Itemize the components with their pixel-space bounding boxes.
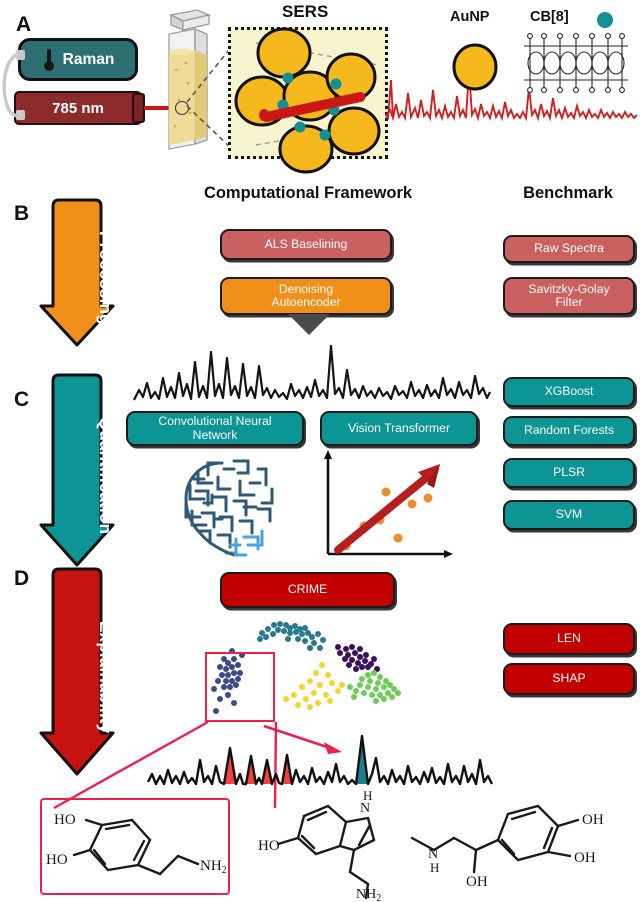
box-random-forests-label: Random Forests	[523, 423, 615, 438]
box-plsr: PLSR	[503, 458, 635, 488]
panel-letter-b: B	[14, 202, 30, 225]
serotonin-structure: N H HO NH2	[258, 788, 381, 902]
adrenaline-hydroxyl-label: OH	[466, 874, 488, 890]
dopamine-ho-bottom-label: HO	[46, 852, 68, 868]
box-savitzky-golay-label: Savitzky-Golay Filter	[528, 281, 610, 309]
raman-label: Raman	[62, 50, 115, 68]
box-savitzky-golay: Savitzky-Golay Filter	[503, 277, 635, 315]
thermometer-icon	[43, 48, 54, 71]
benchmark-column-heading: Benchmark	[523, 184, 613, 202]
box-len: LEN	[503, 623, 635, 655]
dopamine-amine-label: NH2	[200, 858, 227, 876]
serotonin-amine-label: NH2	[356, 887, 381, 902]
regression-arrow-plot-icon	[324, 450, 453, 558]
quantification-arrow: Quantification	[39, 373, 115, 568]
box-xgboost: XGBoost	[503, 377, 635, 407]
box-raw-spectra-label: Raw Spectra	[534, 241, 604, 256]
processing-arrow: Processing	[39, 198, 115, 348]
dopamine-ho-top-label: HO	[54, 812, 76, 828]
box-shap-label: SHAP	[552, 671, 586, 686]
circuit-brain-icon	[184, 459, 274, 557]
serotonin-ho-label: HO	[258, 838, 280, 854]
box-convolutional-neural-network: Convolutional Neural Network	[126, 411, 304, 446]
panel-letter-a: A	[16, 13, 32, 36]
framework-column-heading: Computational Framework	[203, 184, 413, 202]
adrenaline-structure: OH OH OH N H	[410, 804, 604, 890]
box-random-forests: Random Forests	[503, 416, 635, 446]
gold-nanoparticle-icon	[452, 43, 498, 91]
adrenaline-nh-hydrogen-label: H	[430, 860, 439, 875]
cucurbituril-molecule-icon	[524, 33, 628, 93]
raman-spectrometer-box: Raman	[18, 38, 138, 81]
box-als-baselining: ALS Baselining	[220, 229, 392, 260]
sers-nanoparticle-cluster	[234, 27, 381, 174]
dopamine-structure: HO HO NH2	[46, 812, 227, 876]
box-plsr-label: PLSR	[553, 465, 585, 480]
box-svm: SVM	[503, 500, 635, 530]
figure-root: A SERS Raman 785 nm AuNP CB[8] Computati…	[0, 0, 640, 902]
cb8-label: CB[8]	[530, 9, 569, 25]
panel-letter-d: D	[14, 567, 30, 590]
serotonin-nh-hydrogen-label: H	[363, 788, 372, 803]
box-svm-label: SVM	[555, 507, 583, 522]
cb8-dot-icon	[597, 12, 613, 28]
box-vit-label: Vision Transformer	[347, 420, 451, 435]
box-len-label: LEN	[557, 631, 581, 646]
box-cnn-label: Convolutional Neural Network	[158, 414, 272, 442]
processed-spectrum-trace	[133, 344, 491, 401]
annotated-spectrum-icon	[146, 734, 494, 786]
zoom-highlight-box	[205, 652, 275, 722]
box-denoising-autoencoder-label: Denoising Autoencoder	[271, 281, 341, 309]
box-crime: CRIME	[220, 572, 395, 608]
panel-letter-c: C	[14, 388, 30, 411]
sers-title: SERS	[282, 2, 329, 21]
serotonin-n-label: N	[360, 801, 370, 816]
adrenaline-oh-top-label: OH	[582, 812, 604, 828]
instrument-cable	[2, 50, 25, 120]
box-shap: SHAP	[503, 663, 635, 695]
box-als-baselining-label: ALS Baselining	[264, 236, 348, 251]
box-xgboost-label: XGBoost	[544, 384, 594, 399]
aunp-label: AuNP	[450, 9, 490, 25]
box-crime-label: CRIME	[287, 582, 328, 597]
adrenaline-oh-bottom-label: OH	[574, 850, 596, 866]
box-raw-spectra: Raw Spectra	[503, 235, 635, 263]
framework-flow-arrow	[288, 314, 330, 335]
box-denoising-autoencoder: Denoising Autoencoder	[220, 277, 392, 315]
laser-wavelength-label: 785 nm	[52, 99, 104, 117]
laser-source-box: 785 nm	[14, 91, 142, 125]
box-vision-transformer: Vision Transformer	[320, 411, 478, 446]
